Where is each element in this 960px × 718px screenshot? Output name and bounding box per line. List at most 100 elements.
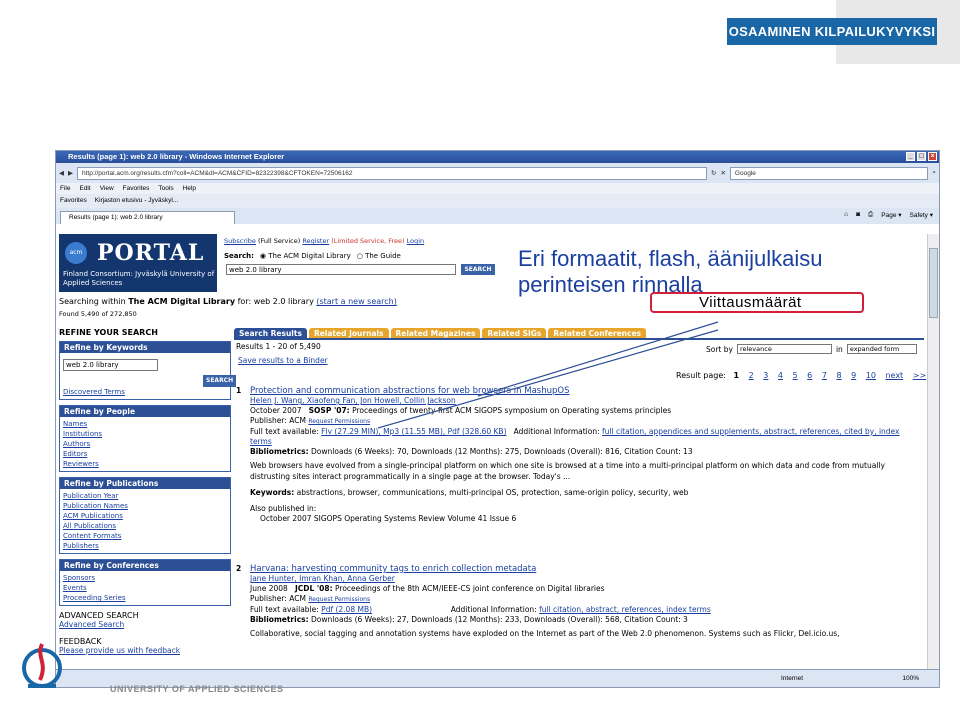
page-link[interactable]: 5 [793,371,798,380]
also-published-value: October 2007 SIGOPS Operating Systems Re… [260,514,517,523]
zoom-level[interactable]: 100% [902,670,919,687]
refresh-icon[interactable]: ↻ [711,169,716,177]
request-permissions-link[interactable]: Request Permissions [308,596,370,603]
result-publisher: Publisher: ACM [250,416,306,425]
menu-favorites[interactable]: Favorites [123,183,150,194]
login-link[interactable]: Login [407,237,425,245]
result-authors[interactable]: Helen J. Wang, Xiaofeng Fan, Jon Howell,… [250,396,456,405]
pub-acm[interactable]: ACM Publications [63,511,227,521]
tab-underline [234,338,924,340]
people-authors[interactable]: Authors [63,439,227,449]
refine-publications-header[interactable]: Refine by Publications [60,478,230,489]
form-select[interactable]: expanded form [846,344,917,354]
minimize-icon[interactable]: _ [906,152,915,161]
request-permissions-link[interactable]: Request Permissions [308,418,370,425]
feeds-icon[interactable]: ◙ [856,211,860,219]
maximize-icon[interactable]: □ [917,152,926,161]
menu-file[interactable]: File [60,183,70,194]
zone-label: Internet [781,675,804,682]
register-link[interactable]: Register [302,237,329,245]
feedback: FEEDBACK Please provide us with feedback [59,637,231,655]
result-date: June 2008 [250,584,288,593]
menu-tools[interactable]: Tools [158,183,173,194]
biblio-label: Bibliometrics: [250,447,309,456]
favorites-button[interactable]: Favorites [60,194,87,208]
scrollbar-thumb[interactable] [929,248,938,318]
consortium-label: Finland Consortium: Jyväskylä University… [63,270,214,288]
safety-menu[interactable]: Safety ▾ [910,211,934,219]
page-link[interactable]: 9 [851,371,856,380]
page-link[interactable]: 10 [866,371,876,380]
keyword-search-button[interactable]: SEARCH [203,375,237,387]
result-title-link[interactable]: Harvana: harvesting community tags to en… [250,564,536,574]
conf-series[interactable]: Proceeding Series [63,593,227,603]
sort-select[interactable]: relevance [736,344,832,354]
people-reviewers[interactable]: Reviewers [63,459,227,469]
menu-edit[interactable]: Edit [79,183,90,194]
pub-formats[interactable]: Content Formats [63,531,227,541]
page-link[interactable]: 2 [749,371,754,380]
fulltext-formats[interactable]: Pdf (2.08 MB) [321,605,372,614]
fulltext-label: Full text available: [250,605,319,614]
save-to-binder-link[interactable]: Save results to a Binder [238,356,328,365]
page-menu[interactable]: Page ▾ [881,211,901,219]
next-page-link[interactable]: next [885,371,903,380]
advanced-search-link[interactable]: Advanced Search [59,620,124,629]
result-title-link[interactable]: Protection and communication abstraction… [250,386,569,396]
conf-sponsors[interactable]: Sponsors [63,573,227,583]
people-institutions[interactable]: Institutions [63,429,227,439]
slide-banner: OSAAMINEN KILPAILUKYVYKSI [727,18,937,45]
keywords-values: abstractions, browser, communications, m… [296,488,689,497]
back-icon[interactable]: ◀ [59,169,64,177]
menu-view[interactable]: View [100,183,114,194]
refine-conferences-header[interactable]: Refine by Conferences [60,560,230,571]
refine-people-header[interactable]: Refine by People [60,406,230,417]
menu-help[interactable]: Help [183,183,196,194]
print-icon[interactable]: ⎙ [868,211,873,219]
home-icon[interactable]: ⌂ [844,211,848,219]
subscribe-link[interactable]: Subscribe [224,237,256,245]
search-input[interactable]: Google [729,166,929,180]
close-icon[interactable]: × [928,152,937,161]
search-icon[interactable]: ⌕ [932,169,936,177]
discovered-terms-link[interactable]: Discovered Terms [63,387,227,397]
keyword-input[interactable]: web 2.0 library [63,359,158,371]
radio-guide[interactable]: ○ The Guide [357,252,401,260]
favorite-link[interactable]: Kirjaston etusivu - Jyväskyl... [95,194,178,208]
refine-keywords-header[interactable]: Refine by Keywords [60,342,230,353]
page-link[interactable]: 4 [778,371,783,380]
url-field[interactable]: http://portal.acm.org/results.cfm?coll=A… [77,166,707,180]
portal-search-input[interactable]: web 2.0 library [226,264,456,275]
biblio-values: Downloads (6 Weeks): 70, Downloads (12 M… [311,447,693,456]
vertical-scrollbar[interactable] [927,234,939,669]
page-current: 1 [733,371,740,380]
fulltext-formats[interactable]: Flv (27.29 MIN), Mp3 (11.55 MB), Pdf (32… [321,427,506,436]
portal-search-button[interactable]: SEARCH [461,264,495,275]
browser-tab[interactable]: Results (page 1): web 2.0 library [60,211,235,224]
slide-footer: UNIVERSITY OF APPLIED SCIENCES [110,684,284,694]
results-info: Results 1 - 20 of 5,490 [236,342,321,351]
advanced-search: ADVANCED SEARCH Advanced Search [59,611,231,629]
pub-year[interactable]: Publication Year [63,491,227,501]
last-page-link[interactable]: >> [913,371,926,380]
result-date: October 2007 [250,406,302,415]
feedback-link[interactable]: Please provide us with feedback [59,646,180,655]
page-link[interactable]: 7 [822,371,827,380]
forward-icon[interactable]: ▶ [68,169,73,177]
addl-links[interactable]: full citation, abstract, references, ind… [539,605,711,614]
found-count: Found 5,490 of 272,850 [59,310,137,318]
page-link[interactable]: 6 [807,371,812,380]
pub-all[interactable]: All Publications [63,521,227,531]
radio-dl[interactable]: ◉ The ACM Digital Library [260,252,351,260]
radio-dl-label: The ACM Digital Library [268,252,351,260]
conf-events[interactable]: Events [63,583,227,593]
page-link[interactable]: 8 [836,371,841,380]
people-editors[interactable]: Editors [63,449,227,459]
pub-publishers[interactable]: Publishers [63,541,227,551]
stop-icon[interactable]: ✕ [720,169,725,177]
pub-names[interactable]: Publication Names [63,501,227,511]
new-search-link[interactable]: (start a new search) [316,297,397,306]
page-link[interactable]: 3 [763,371,768,380]
people-names[interactable]: Names [63,419,227,429]
result-authors[interactable]: Jane Hunter, Imran Khan, Anna Gerber [250,574,395,583]
